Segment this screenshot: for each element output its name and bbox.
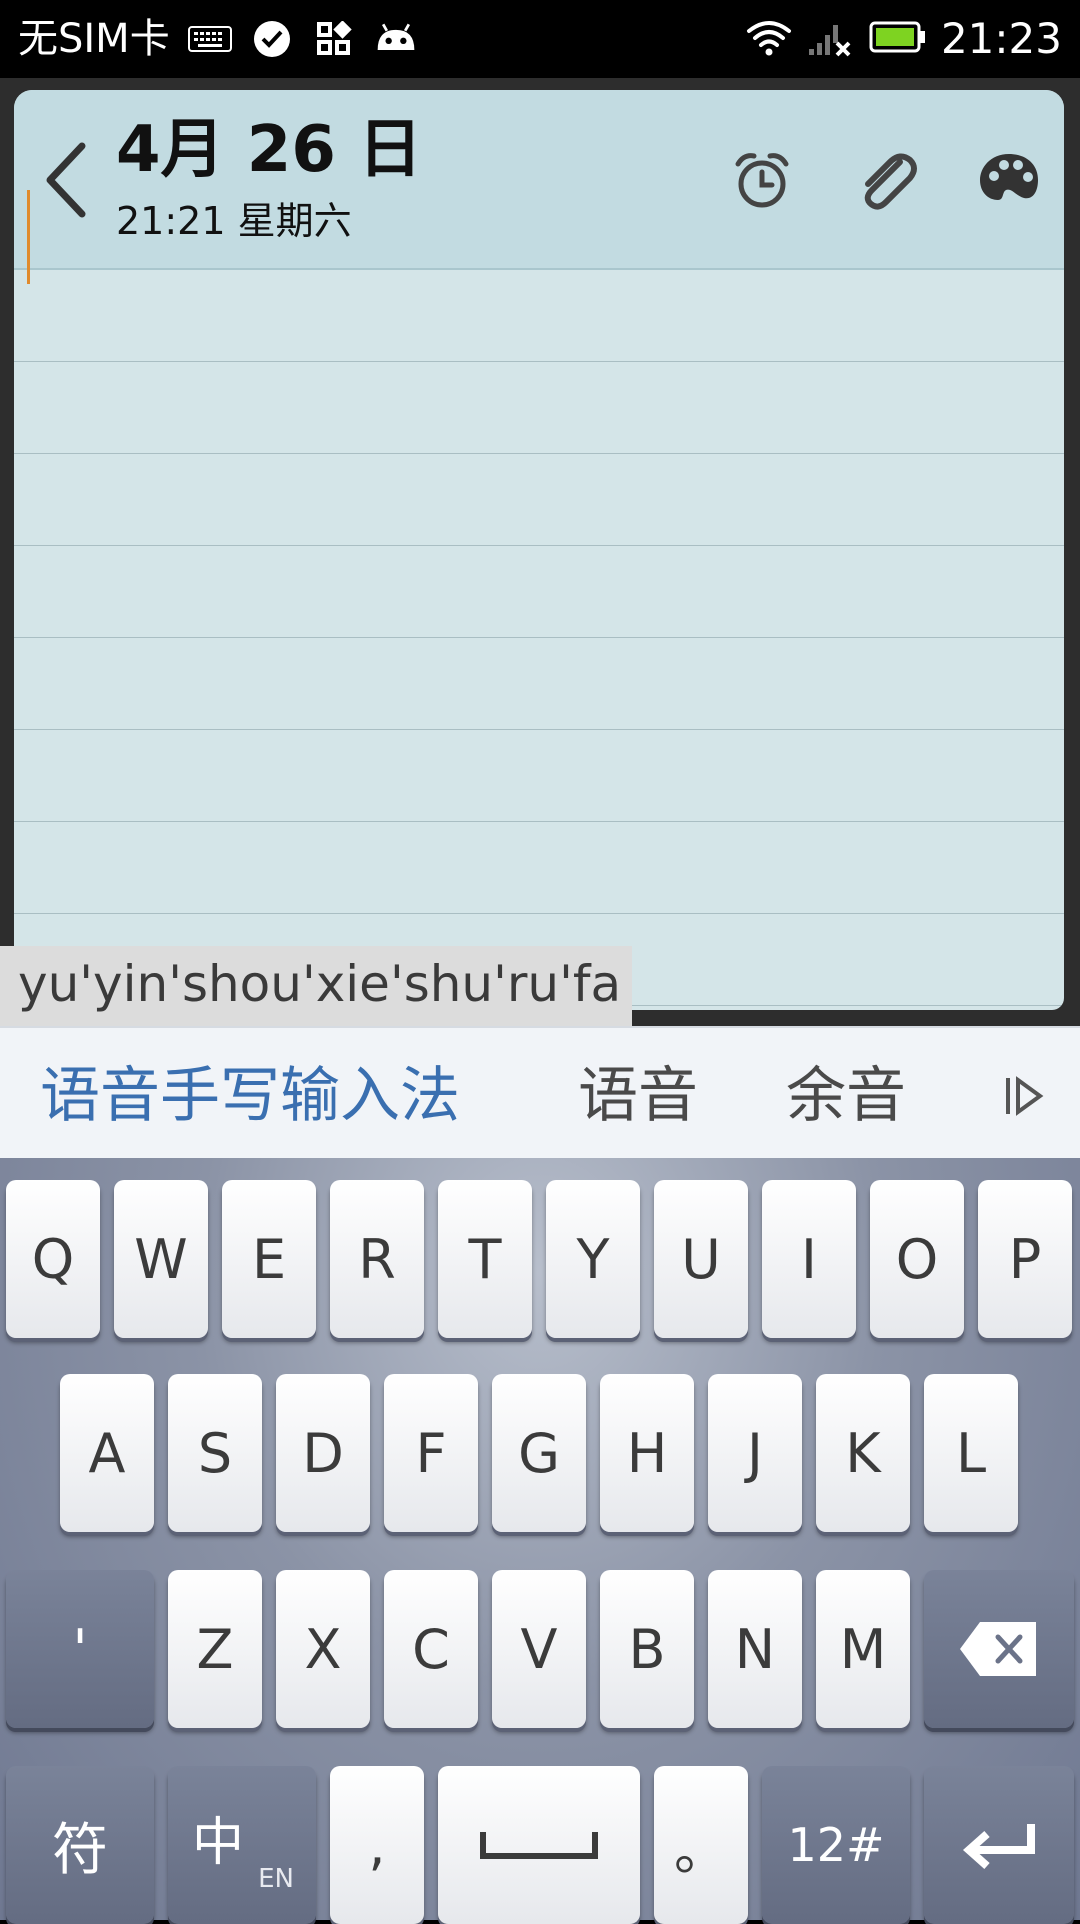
- text-caret: [27, 190, 30, 284]
- status-bar: 无SIM卡 21:23: [0, 0, 1080, 78]
- attachment-icon: [864, 153, 917, 210]
- expand-arrow-icon: [1006, 1076, 1044, 1116]
- key-f[interactable]: F: [384, 1374, 478, 1532]
- palette-icon: [980, 154, 1038, 200]
- key-t[interactable]: T: [438, 1180, 532, 1338]
- carrier-label: 无SIM卡: [18, 16, 170, 62]
- key-y[interactable]: Y: [546, 1180, 640, 1338]
- language-key-label: 中: [192, 1813, 245, 1873]
- android-icon: [374, 17, 418, 61]
- key-m[interactable]: M: [816, 1570, 910, 1728]
- keyboard: Q W E R T Y U I O P A S D F G H J K L ' …: [0, 1158, 1080, 1924]
- keyboard-icon: [187, 17, 232, 61]
- enter-icon: [962, 1824, 1035, 1869]
- language-key-sublabel: EN: [258, 1864, 294, 1894]
- backspace-key[interactable]: [924, 1570, 1074, 1728]
- key-l[interactable]: L: [924, 1374, 1018, 1532]
- palette-button[interactable]: [976, 148, 1040, 212]
- composing-text-bar: yu'yin'shou'xie'shu'ru'fa: [0, 946, 632, 1026]
- language-switch-key[interactable]: 中 EN: [168, 1766, 316, 1924]
- key-z[interactable]: Z: [168, 1570, 262, 1728]
- composing-text: yu'yin'shou'xie'shu'ru'fa: [18, 955, 622, 1013]
- key-x[interactable]: X: [276, 1570, 370, 1728]
- signal-icon: [807, 17, 855, 61]
- key-o[interactable]: O: [870, 1180, 964, 1338]
- candidate-1[interactable]: 语音手写输入法: [40, 1060, 460, 1132]
- key-g[interactable]: G: [492, 1374, 586, 1532]
- key-v[interactable]: V: [492, 1570, 586, 1728]
- symbols-key[interactable]: 符: [6, 1766, 154, 1924]
- key-h[interactable]: H: [600, 1374, 694, 1532]
- alarm-button[interactable]: [730, 148, 794, 212]
- key-q[interactable]: Q: [6, 1180, 100, 1338]
- candidate-bar: 语音手写输入法 语音 余音: [0, 1026, 1080, 1160]
- key-d[interactable]: D: [276, 1374, 370, 1532]
- battery-icon: [869, 20, 927, 58]
- key-w[interactable]: W: [114, 1180, 208, 1338]
- more-candidates-button[interactable]: [996, 1068, 1052, 1124]
- key-b[interactable]: B: [600, 1570, 694, 1728]
- comma-key[interactable]: ,: [330, 1766, 424, 1924]
- space-key[interactable]: [438, 1766, 640, 1924]
- key-s[interactable]: S: [168, 1374, 262, 1532]
- key-c[interactable]: C: [384, 1570, 478, 1728]
- back-chevron-icon: [46, 142, 86, 218]
- check-circle-icon: [250, 17, 294, 61]
- candidate-2[interactable]: 语音: [578, 1060, 698, 1132]
- key-n[interactable]: N: [708, 1570, 802, 1728]
- space-icon: [480, 1832, 598, 1859]
- backspace-icon: [960, 1622, 1036, 1676]
- key-e[interactable]: E: [222, 1180, 316, 1338]
- key-p[interactable]: P: [978, 1180, 1072, 1338]
- candidate-3[interactable]: 余音: [786, 1060, 906, 1132]
- key-a[interactable]: A: [60, 1374, 154, 1532]
- key-u[interactable]: U: [654, 1180, 748, 1338]
- key-j[interactable]: J: [708, 1374, 802, 1532]
- period-key[interactable]: 。: [654, 1766, 748, 1924]
- wifi-icon: [745, 17, 793, 61]
- enter-key[interactable]: [924, 1766, 1074, 1924]
- alarm-icon: [735, 153, 789, 208]
- numbers-key[interactable]: 12#: [762, 1766, 910, 1924]
- apostrophe-key[interactable]: ': [6, 1570, 154, 1728]
- key-i[interactable]: I: [762, 1180, 856, 1338]
- note-date-title: 4月 26 日: [116, 113, 423, 187]
- note-card: 4月 26 日 21:21 星期六: [14, 90, 1064, 1010]
- key-k[interactable]: K: [816, 1374, 910, 1532]
- back-button[interactable]: [40, 138, 100, 222]
- clock-time: 21:23: [940, 14, 1062, 63]
- note-header: 4月 26 日 21:21 星期六: [14, 90, 1064, 270]
- note-date-subtitle: 21:21 星期六: [116, 199, 352, 243]
- attachment-button[interactable]: [854, 148, 918, 212]
- key-r[interactable]: R: [330, 1180, 424, 1338]
- apps-icon: [312, 17, 356, 61]
- note-body[interactable]: [14, 270, 1064, 1010]
